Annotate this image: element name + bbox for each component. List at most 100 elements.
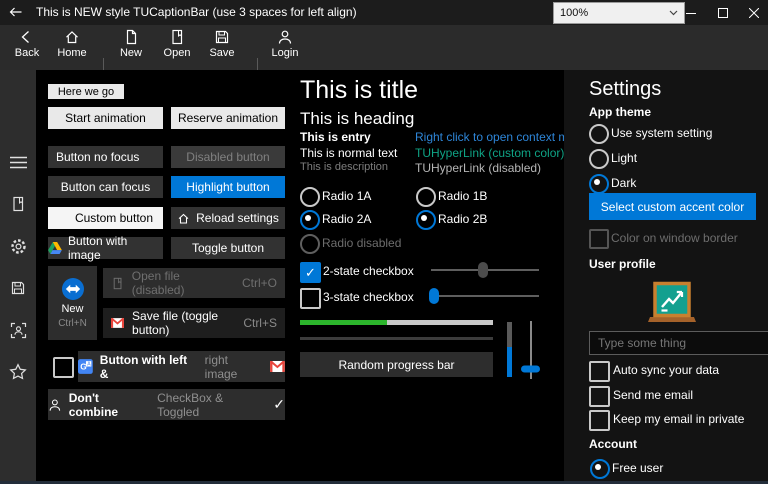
button-left-right-label-bold: Button with left &: [99, 352, 188, 381]
start-animation-label: Start animation: [65, 111, 146, 125]
settings-title: Settings: [589, 78, 662, 100]
back-chevron-icon: [21, 31, 29, 43]
radio-1a-label[interactable]: Radio 1A: [322, 189, 371, 203]
start-animation-button[interactable]: Start animation: [48, 107, 163, 129]
left-nav-rail: [0, 70, 36, 481]
button-can-focus-label: Button can focus: [60, 180, 151, 194]
free-user-radio[interactable]: [590, 459, 610, 479]
toolbar-save-button[interactable]: Save: [201, 29, 243, 59]
contact-frame-icon[interactable]: [9, 321, 27, 339]
home-icon: [66, 31, 78, 44]
vertical-slider[interactable]: [521, 321, 540, 379]
radio-2b-label[interactable]: Radio 2B: [438, 212, 487, 226]
new-vertical-button[interactable]: New Ctrl+N: [48, 266, 97, 340]
save-file-shortcut: Ctrl+S: [243, 316, 277, 330]
send-email-label[interactable]: Send me email: [613, 388, 693, 402]
app-window: This is NEW style TUCaptionBar (use 3 sp…: [0, 0, 768, 484]
toolbar-login-button[interactable]: Login: [263, 29, 307, 59]
progress-bar-empty: [300, 337, 493, 340]
person-icon: [278, 30, 292, 44]
keep-private-checkbox[interactable]: [589, 410, 610, 431]
toolbar-back-button[interactable]: Back: [8, 29, 46, 59]
toggle-button[interactable]: Toggle button: [171, 237, 285, 259]
reload-settings-label: Reload settings: [196, 211, 279, 225]
dont-combine-button[interactable]: Don't combine CheckBox & Toggled ✓: [48, 389, 285, 420]
keep-private-label[interactable]: Keep my email in private: [613, 412, 744, 426]
person-icon: [49, 399, 61, 411]
profile-text-input[interactable]: [589, 331, 768, 355]
auto-sync-label[interactable]: Auto sync your data: [613, 363, 719, 377]
theme-radio-dark-label[interactable]: Dark: [611, 176, 636, 190]
vertical-slider-thumb[interactable]: [521, 365, 540, 373]
vertical-progress-fill: [507, 346, 512, 377]
button-can-focus[interactable]: Button can focus: [48, 176, 163, 198]
checkmark-icon: ✓: [305, 265, 316, 280]
context-menu-link[interactable]: Right click to open context menu: [415, 130, 588, 144]
toolbar-open-button[interactable]: Open: [156, 29, 198, 59]
zoom-combobox[interactable]: 100%: [553, 2, 685, 24]
auto-sync-checkbox[interactable]: [589, 361, 610, 382]
sample-heading: This is heading: [300, 109, 415, 128]
save-floppy-icon[interactable]: [9, 279, 27, 297]
random-progress-button[interactable]: Random progress bar: [300, 352, 493, 377]
back-arrow-icon[interactable]: [8, 4, 24, 20]
theme-radio-system-label[interactable]: Use system setting: [611, 126, 712, 140]
new-button-shortcut: Ctrl+N: [58, 317, 87, 329]
toolbar-home-button[interactable]: Home: [50, 29, 94, 59]
slider-1[interactable]: [431, 262, 539, 278]
google-translate-icon: G A: [78, 359, 93, 374]
reload-settings-button[interactable]: Reload settings: [171, 207, 285, 229]
highlight-button[interactable]: Highlight button: [171, 176, 285, 198]
reserve-animation-label: Reserve animation: [177, 111, 279, 125]
send-email-checkbox[interactable]: [589, 386, 610, 407]
custom-button[interactable]: Custom button: [48, 207, 163, 229]
sample-normal-text: This is normal text: [300, 146, 398, 160]
custom-button-label: Custom button: [74, 211, 153, 225]
slider-1-thumb[interactable]: [477, 262, 488, 278]
two-state-checkbox[interactable]: ✓: [300, 262, 321, 283]
theme-radio-system[interactable]: [589, 124, 609, 144]
radio-2a[interactable]: [300, 210, 320, 230]
theme-radio-dark[interactable]: [589, 174, 609, 194]
standalone-checkbox[interactable]: [53, 357, 74, 378]
star-icon[interactable]: [9, 363, 27, 381]
button-with-image[interactable]: Button with image: [48, 234, 163, 262]
minimize-button[interactable]: [676, 0, 706, 25]
gmail-icon: [111, 317, 125, 328]
theme-radio-light-label[interactable]: Light: [611, 151, 637, 165]
nav-pages-icon[interactable]: [9, 195, 27, 213]
three-state-checkbox-label[interactable]: 3-state checkbox: [323, 290, 414, 304]
free-user-label[interactable]: Free user: [612, 461, 663, 475]
save-file-toggle-button[interactable]: Save file (toggle button) Ctrl+S: [103, 308, 285, 338]
toolbar-open-label: Open: [163, 47, 191, 59]
radio-2b[interactable]: [416, 210, 436, 230]
sample-title: This is title: [300, 76, 419, 104]
gear-icon[interactable]: [9, 237, 27, 255]
radio-1a[interactable]: [300, 187, 320, 207]
slider-2-thumb[interactable]: [429, 288, 440, 304]
radio-2a-label[interactable]: Radio 2A: [322, 212, 371, 226]
theme-radio-light[interactable]: [589, 149, 609, 169]
radio-disabled-label: Radio disabled: [322, 236, 402, 250]
select-accent-color-button[interactable]: Select custom accent color: [589, 193, 756, 220]
close-button[interactable]: [740, 0, 768, 25]
button-no-focus[interactable]: Button no focus: [48, 146, 163, 168]
dont-combine-label-muted: CheckBox & Toggled: [157, 390, 224, 419]
slider-2[interactable]: [429, 288, 539, 304]
two-state-checkbox-label[interactable]: 2-state checkbox: [323, 264, 414, 278]
button-left-right-image[interactable]: G A Button with left & right image: [78, 351, 285, 382]
radio-1b-label[interactable]: Radio 1B: [438, 189, 487, 203]
account-label: Account: [589, 437, 637, 451]
slider-2-track[interactable]: [431, 295, 539, 297]
app-theme-label: App theme: [589, 105, 652, 119]
radio-1b[interactable]: [416, 187, 436, 207]
hyperlink-custom-color[interactable]: TUHyperLink (custom color): [415, 146, 564, 160]
maximize-button[interactable]: [708, 0, 738, 25]
toolbar-new-button[interactable]: New: [110, 29, 152, 59]
window-title: This is NEW style TUCaptionBar (use 3 sp…: [36, 5, 357, 19]
hamburger-menu-icon[interactable]: [9, 153, 27, 171]
toolbar-back-label: Back: [14, 47, 40, 59]
reserve-animation-button[interactable]: Reserve animation: [171, 107, 285, 129]
three-state-checkbox[interactable]: [300, 288, 321, 309]
here-we-go-button[interactable]: Here we go: [48, 84, 124, 99]
